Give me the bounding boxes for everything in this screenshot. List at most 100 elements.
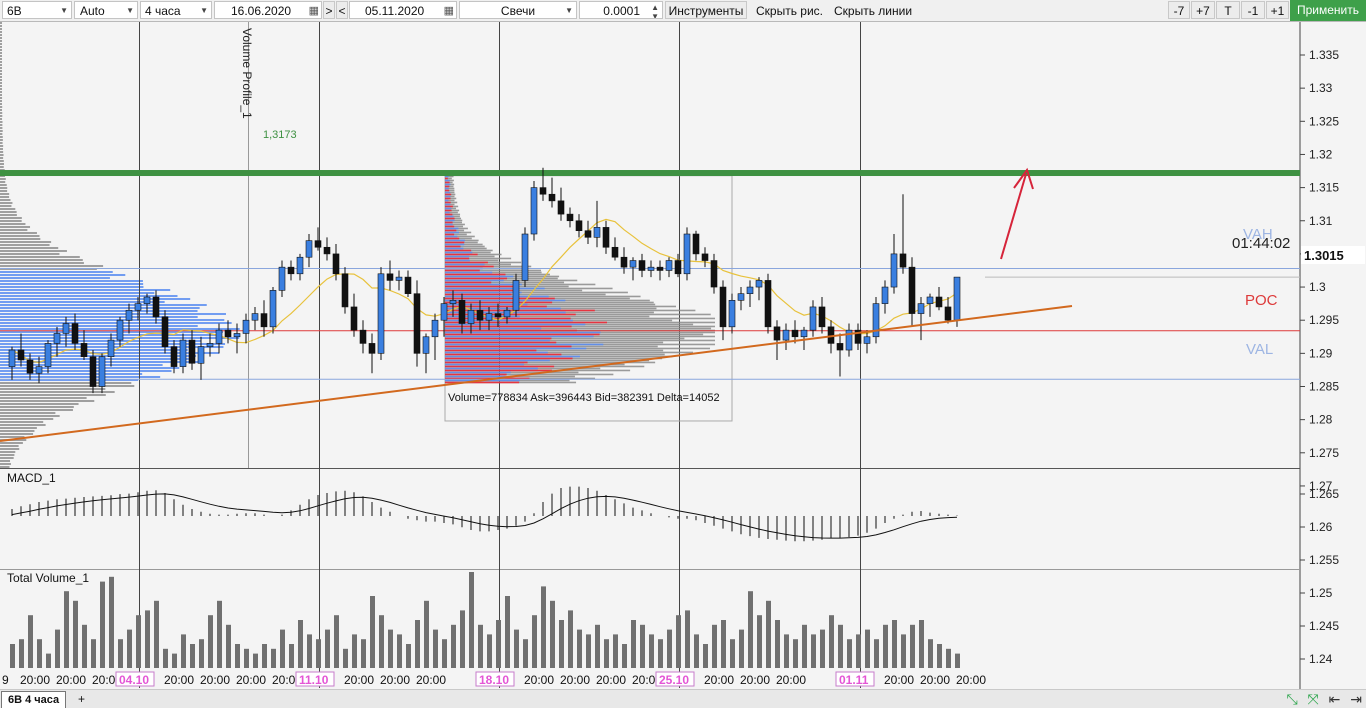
candle-body: [944, 306, 952, 321]
axis-tick-label: 1.255: [1309, 553, 1339, 567]
candle-body: [692, 233, 700, 255]
candle-body: [647, 266, 655, 271]
symbol-select[interactable]: 6B ▼: [2, 1, 72, 19]
calendar-icon[interactable]: ▦: [309, 2, 319, 18]
volume-bar: [541, 586, 546, 668]
volume-bar: [316, 639, 321, 668]
profile-row: [0, 196, 10, 198]
expand-icon[interactable]: ⤧: [1308, 691, 1319, 707]
date-to-field[interactable]: 05.11.2020 ▦: [349, 1, 457, 19]
profile-row: [0, 259, 83, 261]
range-profile-split: [445, 191, 451, 194]
volume-bar: [235, 644, 240, 668]
axis-tick-label: 1.245: [1309, 619, 1339, 633]
profile-row: [0, 193, 10, 195]
candle-body: [575, 220, 583, 231]
chart-type-select[interactable]: Свечи ▼: [459, 1, 577, 19]
volume-bar: [613, 634, 618, 668]
range-profile-split: [445, 201, 451, 204]
candle-body: [431, 319, 439, 338]
candle-body: [161, 316, 169, 348]
scroll-start-icon[interactable]: ⇤: [1329, 691, 1341, 707]
candle-body: [449, 300, 457, 304]
plus1-button[interactable]: +1: [1266, 1, 1289, 19]
volume-bar: [883, 624, 888, 668]
volume-bar: [361, 639, 366, 668]
axis-tick-label: 1.32: [1309, 147, 1333, 161]
volume-bar: [280, 629, 285, 668]
chart-area[interactable]: 1.3351.331.3251.321.3151.311.3051.31.295…: [0, 22, 1366, 689]
tools-button[interactable]: Инструменты: [665, 1, 747, 19]
hide-lines-button[interactable]: Скрыть линии: [833, 1, 915, 19]
candle-body: [773, 326, 781, 341]
nav-next-button[interactable]: >: [323, 1, 335, 19]
profile-row: [0, 421, 44, 423]
minus7-button[interactable]: -7: [1168, 1, 1190, 19]
volume-bar: [10, 644, 15, 668]
candle-body: [890, 253, 898, 288]
profile-row: [0, 217, 22, 219]
volume-bar: [199, 639, 204, 668]
volume-bar: [145, 610, 150, 668]
tick-size-field[interactable]: 0.0001 ▲ ▼: [579, 1, 663, 19]
profile-row: [0, 109, 2, 111]
candle-body: [764, 280, 772, 328]
volume-bar: [901, 634, 906, 668]
profile-row: [0, 145, 4, 147]
profile-row: [0, 376, 161, 378]
t-button[interactable]: T: [1216, 1, 1240, 19]
chart-type-value: Свечи: [500, 4, 536, 18]
volume-bar: [226, 624, 231, 668]
nav-prev-button[interactable]: <: [336, 1, 348, 19]
range-profile-split: [445, 233, 455, 236]
range-profile-split: [445, 281, 492, 284]
scroll-end-icon[interactable]: ⇥: [1350, 691, 1362, 707]
range-profile-split: [445, 309, 595, 312]
volume-bar: [739, 629, 744, 668]
volume-bar: [550, 600, 555, 668]
volume-bar: [892, 620, 897, 668]
profile-row: [0, 253, 60, 255]
apply-button[interactable]: Применить: [1290, 0, 1366, 21]
profile-row: [0, 304, 207, 306]
volume-bar: [82, 624, 87, 668]
profile-row: [0, 160, 4, 162]
scale-mode-select[interactable]: Auto ▼: [74, 1, 138, 19]
candle-body: [323, 246, 331, 255]
profile-row: [0, 310, 198, 312]
candle-body: [242, 319, 250, 334]
profile-row: [0, 34, 2, 36]
volume-pane[interactable]: [0, 570, 1300, 688]
volume-bar: [559, 620, 564, 668]
volume-bar: [181, 634, 186, 668]
candle-body: [377, 273, 385, 354]
range-profile-split: [445, 289, 519, 292]
profile-row: [0, 199, 11, 201]
macd-pane[interactable]: [0, 469, 1300, 569]
profile-row: [0, 190, 8, 192]
profile-row: [0, 151, 4, 153]
tab-chart-6b[interactable]: 6B 4 часа: [1, 691, 67, 708]
calendar-icon[interactable]: ▦: [444, 2, 454, 18]
volume-bar: [910, 624, 915, 668]
volume-bar: [253, 653, 258, 668]
minus1-button[interactable]: -1: [1241, 1, 1265, 19]
range-profile-split: [445, 361, 528, 364]
fit-icon[interactable]: ⤡: [1286, 691, 1297, 707]
timeframe-select[interactable]: 4 часа ▼: [140, 1, 212, 19]
add-tab-button[interactable]: +: [78, 691, 85, 707]
range-profile-split: [445, 353, 562, 356]
volume-bar: [460, 610, 465, 668]
range-profile-split: [445, 279, 504, 282]
plus7-button[interactable]: +7: [1191, 1, 1215, 19]
candle-body: [611, 246, 619, 258]
hide-drawings-button[interactable]: Скрыть рис.: [755, 1, 829, 19]
profile-row: [0, 247, 59, 249]
macd-label: MACD_1: [7, 471, 56, 485]
time-tick-label: 01.11: [839, 673, 869, 687]
range-profile-split: [445, 297, 555, 300]
spinner-down-icon[interactable]: ▼: [651, 8, 659, 18]
date-from-field[interactable]: 16.06.2020 ▦: [214, 1, 322, 19]
profile-row: [0, 451, 16, 453]
range-profile-split: [445, 237, 460, 240]
